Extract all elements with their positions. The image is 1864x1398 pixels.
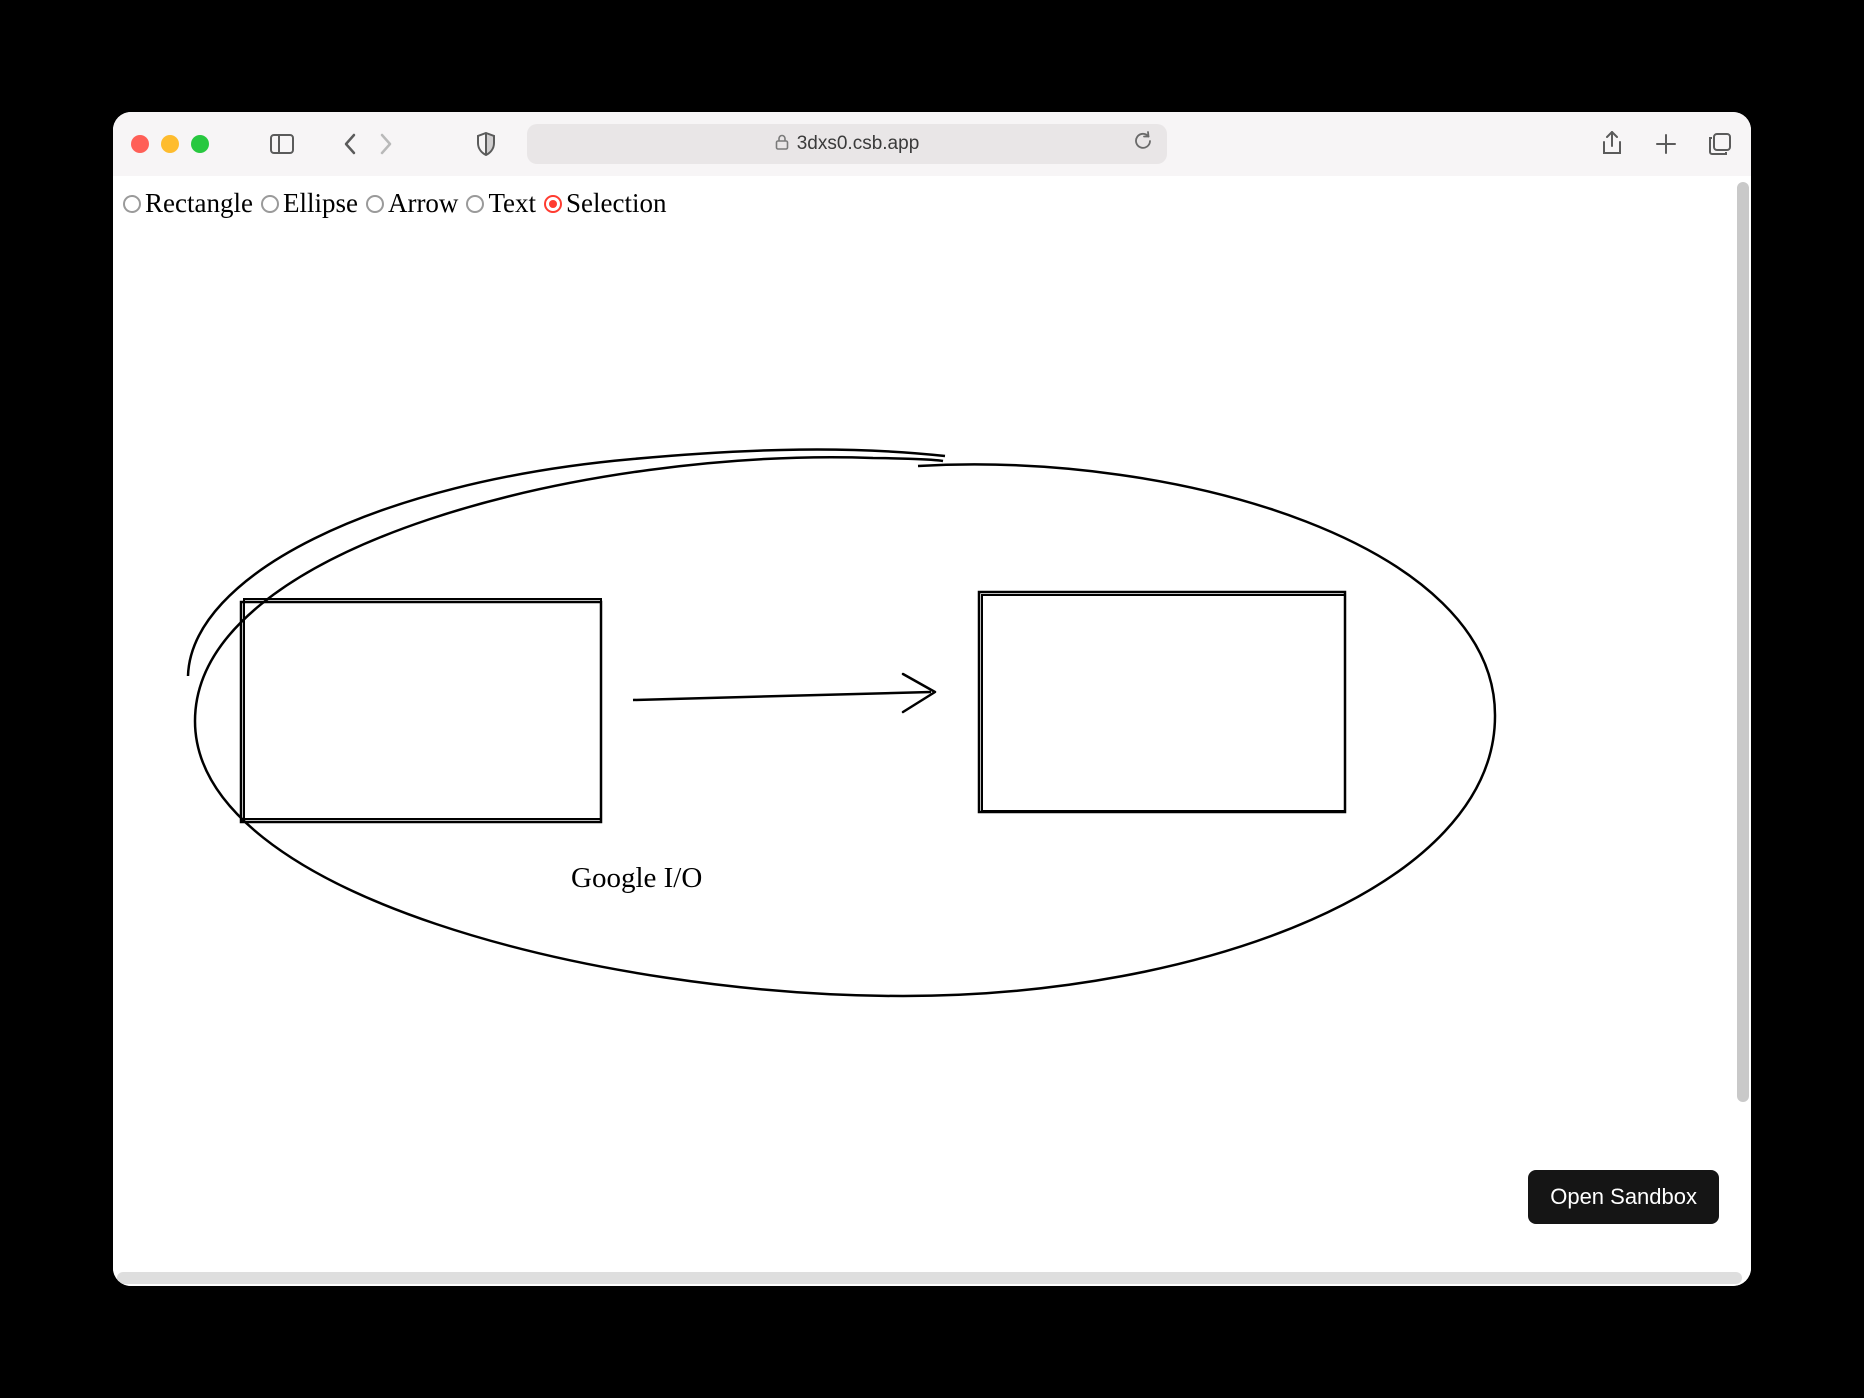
new-tab-icon[interactable] — [1653, 131, 1679, 157]
browser-window: 3dxs0.csb.app Rectangle Ellipse — [113, 112, 1751, 1286]
page-content: Rectangle Ellipse Arrow Text Selection — [113, 176, 1751, 1286]
share-icon[interactable] — [1599, 131, 1625, 157]
shield-icon[interactable] — [473, 131, 499, 157]
maximize-icon[interactable] — [191, 135, 209, 153]
canvas-ellipse[interactable] — [188, 450, 1495, 996]
vertical-scrollbar[interactable] — [1737, 182, 1749, 1102]
forward-icon[interactable] — [373, 131, 399, 157]
close-icon[interactable] — [131, 135, 149, 153]
open-sandbox-button[interactable]: Open Sandbox — [1528, 1170, 1719, 1224]
address-bar[interactable]: 3dxs0.csb.app — [527, 124, 1167, 164]
canvas-rectangle-right[interactable] — [979, 592, 1345, 812]
titlebar: 3dxs0.csb.app — [113, 112, 1751, 176]
back-icon[interactable] — [337, 131, 363, 157]
reload-icon[interactable] — [1133, 131, 1153, 157]
window-controls — [131, 135, 209, 153]
horizontal-scrollbar[interactable] — [117, 1272, 1742, 1284]
canvas-arrow[interactable] — [633, 674, 935, 712]
address-url: 3dxs0.csb.app — [797, 133, 920, 155]
tabs-overview-icon[interactable] — [1707, 131, 1733, 157]
lock-icon — [775, 134, 789, 155]
canvas-rectangle-left[interactable] — [241, 599, 601, 822]
sidebar-toggle-icon[interactable] — [269, 131, 295, 157]
drawing-canvas[interactable]: Google I/O — [113, 176, 1751, 1286]
minimize-icon[interactable] — [161, 135, 179, 153]
canvas-text[interactable]: Google I/O — [571, 862, 702, 895]
